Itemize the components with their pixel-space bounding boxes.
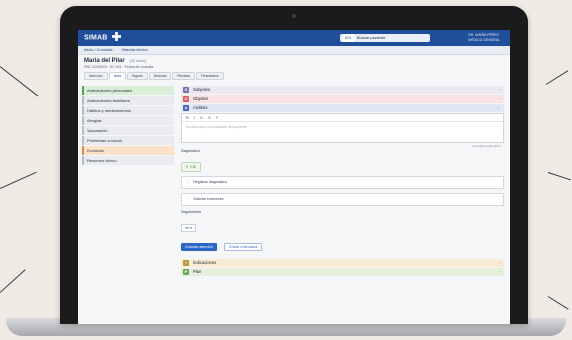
chevron-right-icon: › <box>498 87 500 92</box>
breadcrumb-item[interactable]: Historia clínica <box>122 47 148 52</box>
decor-line-left-top <box>0 66 39 97</box>
section-letter-badge: O <box>183 96 189 102</box>
chevron-right-icon: › <box>498 260 500 265</box>
app-logo[interactable]: SIMAB <box>84 32 121 42</box>
tab-atencion[interactable]: Atención <box>84 72 108 80</box>
camera-icon <box>292 14 296 18</box>
patient-name: Maria del Pilar (28 años) <box>84 58 504 64</box>
tab-historial[interactable]: Historial <box>148 72 172 80</box>
sidebar-item-antecedentes-personales[interactable]: Antecedentes personales <box>82 86 174 95</box>
bold-icon[interactable]: B <box>186 115 189 120</box>
action-row-diagnostico[interactable]: › Registrar diagnóstico <box>181 176 504 189</box>
autosave-note: Guardado automático <box>472 144 501 148</box>
followup-value: No <box>185 226 190 230</box>
medical-cross-icon <box>111 32 121 41</box>
editor-toolbar: B I U S ≡ <box>182 114 503 122</box>
sidebar-item-antecedentes-familiares[interactable]: Antecedentes familiares <box>82 96 174 105</box>
action-label: Registrar diagnóstico <box>193 180 227 184</box>
patient-meta: DNI 12345678 · HC 001 · Fecha de consult… <box>84 65 154 69</box>
patient-search-input[interactable]: 001 Buscar paciente <box>340 34 430 42</box>
tab-resultados[interactable]: Resultados <box>196 72 224 80</box>
section-label: Subjetivo <box>193 87 211 92</box>
list-icon[interactable]: ≡ <box>216 115 218 120</box>
section-label: Análisis <box>193 105 208 110</box>
logo-text: SIMAB <box>84 34 108 42</box>
patient-header: Maria del Pilar (28 años) DNI 12345678 ·… <box>78 55 510 69</box>
sidebar-item-vacunacion[interactable]: Vacunación <box>82 126 174 135</box>
patient-name-text: Maria del Pilar <box>84 58 125 64</box>
app-screen: SIMAB 001 Buscar paciente DR. MARÍA PÉRE… <box>78 30 510 324</box>
chevron-right-icon: › <box>498 269 500 274</box>
patient-tabs: Atención Nota Signos Historial Recetas R… <box>78 72 510 80</box>
decor-line-left-bottom <box>0 269 26 293</box>
chevron-down-icon: ▾ <box>190 226 192 230</box>
action-row-examenes[interactable]: › Solicitar exámenes <box>181 193 504 206</box>
diagnosis-label: Diagnóstico <box>181 149 200 153</box>
sidebar-item-problemas-cronicos[interactable]: Problemas crónicos <box>82 136 174 145</box>
action-label: Solicitar exámenes <box>193 197 224 201</box>
sidebar-item-habitos[interactable]: Hábitos y medicamentos <box>82 106 174 115</box>
chevron-right-icon: › <box>188 197 190 201</box>
soap-panel: S Subjetivo › O Objetivo › A Análisis ⌄ … <box>181 86 504 277</box>
add-diagnosis-chip[interactable]: + CIE <box>181 162 202 172</box>
section-letter-badge: I <box>183 260 189 266</box>
section-letter-badge: A <box>183 105 189 111</box>
editor-placeholder: Escriba aquí la evaluación del paciente.… <box>186 125 250 129</box>
laptop: SIMAB 001 Buscar paciente DR. MARÍA PÉRE… <box>60 6 528 324</box>
chip-label: CIE <box>190 165 197 169</box>
breadcrumb: Inicio / Consulta Historia clínica <box>78 46 510 55</box>
chevron-right-icon: › <box>498 96 500 101</box>
section-label: Indicaciones <box>193 260 217 265</box>
sidebar-item-evolucion[interactable]: Evolución <box>82 146 174 155</box>
section-objetivo[interactable]: O Objetivo › <box>181 95 504 103</box>
section-letter-badge: P <box>183 269 189 275</box>
chevron-down-icon: ⌄ <box>496 105 500 110</box>
italic-icon[interactable]: I <box>194 115 195 120</box>
followup-select[interactable]: No ▾ <box>181 224 196 232</box>
sidebar: Antecedentes personales Antecedentes fam… <box>82 86 174 166</box>
breadcrumb-item[interactable]: Inicio / Consulta <box>84 47 112 52</box>
decor-line-left-mid <box>0 171 37 189</box>
section-subjetivo[interactable]: S Subjetivo › <box>181 86 504 94</box>
decor-line-right-bottom <box>547 296 569 310</box>
save-attention-button[interactable]: Guardar atención <box>181 243 217 251</box>
sidebar-item-alergias[interactable]: Alergias <box>82 116 174 125</box>
section-indicaciones[interactable]: I Indicaciones › <box>181 259 504 267</box>
section-plan[interactable]: P Plan › <box>181 268 504 276</box>
tab-recetas[interactable]: Recetas <box>172 72 196 80</box>
followup-label: Seguimiento <box>181 210 201 214</box>
tab-nota[interactable]: Nota <box>108 72 127 80</box>
chevron-right-icon: › <box>188 180 190 184</box>
action-buttons: Guardar atención Enviar a farmacia <box>181 235 504 253</box>
search-tag: 001 <box>343 34 354 42</box>
section-label: Objetivo <box>193 96 209 101</box>
section-analisis[interactable]: A Análisis ⌄ <box>181 104 504 112</box>
search-text: Buscar paciente <box>356 35 386 40</box>
sidebar-item-resumen[interactable]: Resumen clínico <box>82 156 174 165</box>
send-pharmacy-button[interactable]: Enviar a farmacia <box>224 243 263 251</box>
rich-text-editor[interactable]: B I U S ≡ Escriba aquí la evaluación del… <box>181 113 504 148</box>
decor-line-right-mid <box>547 172 571 181</box>
underline-icon[interactable]: U <box>200 115 203 120</box>
section-label: Plan <box>193 269 202 274</box>
plus-icon: + <box>186 165 189 169</box>
user-role: MÉDICO GENERAL <box>468 38 500 42</box>
decor-line-right-top <box>545 70 569 85</box>
app-header: SIMAB 001 Buscar paciente DR. MARÍA PÉRE… <box>78 30 510 46</box>
section-letter-badge: S <box>183 87 189 93</box>
strikethrough-icon[interactable]: S <box>208 115 211 120</box>
main-content: Antecedentes personales Antecedentes fam… <box>78 82 510 324</box>
tab-signos[interactable]: Signos <box>127 72 148 80</box>
patient-age: (28 años) <box>129 58 147 63</box>
user-menu[interactable]: DR. MARÍA PÉREZ MÉDICO GENERAL <box>468 33 500 43</box>
